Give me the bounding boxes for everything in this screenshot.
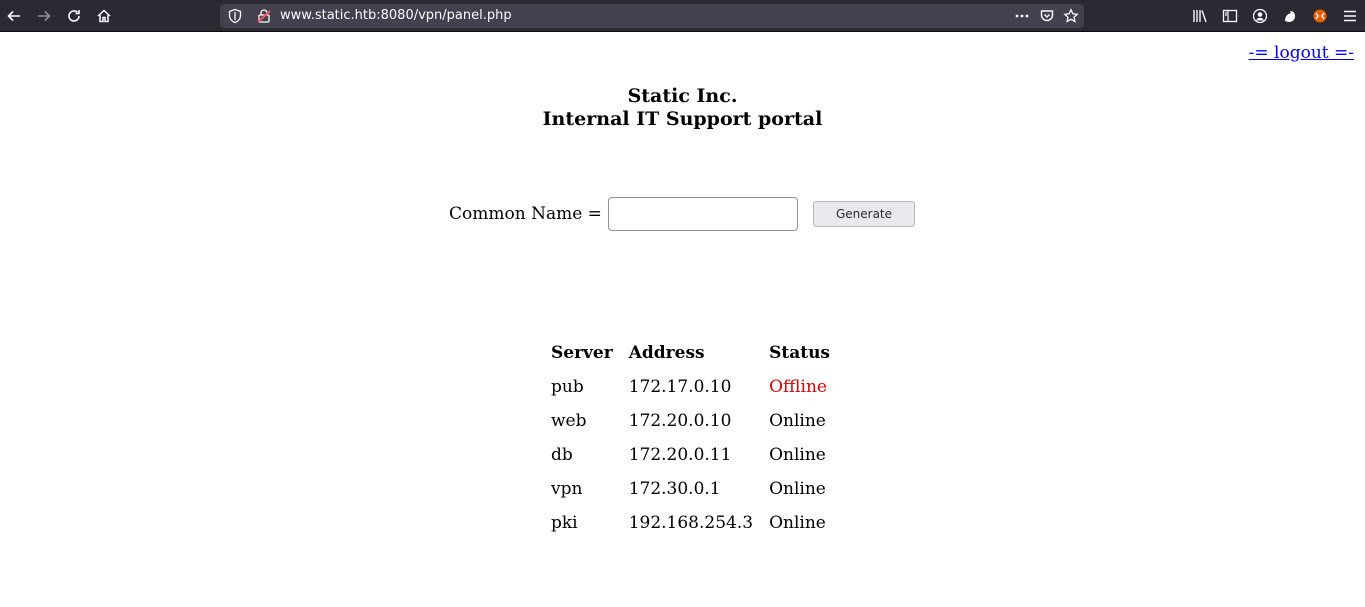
server-name: pki [551,513,578,533]
back-arrow-icon [7,10,20,22]
home-button[interactable] [92,4,116,28]
insecure-lock-icon[interactable] [256,8,272,24]
library-icon [1193,10,1207,23]
header-status: Status [769,343,831,363]
extension-icon [1285,11,1295,22]
forward-arrow-icon [38,10,51,22]
hamburger-menu-icon [1344,10,1356,22]
account-icon [1252,8,1268,24]
server-status: Online [769,479,826,499]
server-address: 172.30.0.1 [628,479,721,499]
foxyproxy-icon [1313,9,1327,23]
sidebar-icon [1222,9,1238,23]
server-name: web [551,411,587,431]
table-header-row: Server Address Status [551,336,844,370]
server-status: Online [769,445,826,465]
header-server: Server [551,343,613,363]
back-button[interactable] [2,4,26,28]
page-heading: Static Inc. Internal IT Support portal [0,85,1365,131]
foxyproxy-button[interactable] [1308,4,1332,28]
logout-link[interactable]: -= logout =- [1249,43,1354,63]
more-actions-icon[interactable] [1014,8,1030,24]
server-address: 192.168.254.3 [628,513,754,533]
common-name-label: Common Name = [449,204,602,224]
reload-icon [68,10,80,22]
sidebar-button[interactable] [1218,4,1242,28]
account-button[interactable] [1248,4,1272,28]
server-name: db [551,445,573,465]
reload-button[interactable] [62,4,86,28]
table-row: db 172.20.0.11 Online [551,438,844,472]
server-address: 172.17.0.10 [628,377,732,397]
home-icon [97,9,111,23]
server-address: 172.20.0.11 [628,445,732,465]
header-address: Address [628,343,705,363]
forward-button[interactable] [32,4,56,28]
table-row: pub 172.17.0.10 Offline [551,370,844,404]
common-name-input[interactable] [608,197,798,231]
bookmark-star-icon[interactable] [1063,8,1079,24]
shield-icon[interactable] [227,8,243,24]
company-name: Static Inc. [627,85,738,107]
generate-form: Common Name = Generate [0,197,1365,231]
table-row: web 172.20.0.10 Online [551,404,844,438]
server-status: Online [769,411,826,431]
menu-button[interactable] [1338,4,1362,28]
table-row: pki 192.168.254.3 Online [551,506,844,540]
browser-toolbar: www.static.htb:8080/vpn/panel.php [0,0,1365,32]
server-status-table: Server Address Status pub 172.17.0.10 Of… [549,336,846,540]
server-name: pub [551,377,584,397]
server-status: Online [769,513,826,533]
url-bar[interactable]: www.static.htb:8080/vpn/panel.php [220,4,1084,28]
library-button[interactable] [1188,4,1212,28]
server-name: vpn [551,479,583,499]
server-status: Offline [769,377,827,397]
extension-button[interactable] [1278,4,1302,28]
portal-title: Internal IT Support portal [542,108,823,130]
generate-button[interactable]: Generate [813,201,915,227]
table-row: vpn 172.30.0.1 Online [551,472,844,506]
url-text[interactable]: www.static.htb:8080/vpn/panel.php [280,8,512,23]
server-address: 172.20.0.10 [628,411,732,431]
pocket-icon[interactable] [1039,8,1055,24]
